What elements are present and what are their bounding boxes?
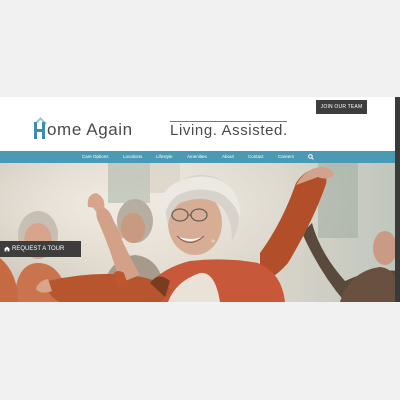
- building-icon: [4, 246, 10, 252]
- site-header: JOIN OUR TEAM ome Again Living. Assisted…: [0, 97, 400, 151]
- nav-item-careers[interactable]: Careers: [278, 151, 294, 163]
- nav-item-locations[interactable]: Locations: [123, 151, 142, 163]
- hero-image: REQUEST A TOUR: [0, 163, 400, 302]
- nav-item-contact[interactable]: Contact: [248, 151, 264, 163]
- nav-item-about[interactable]: About: [222, 151, 234, 163]
- logo[interactable]: ome Again: [34, 116, 133, 141]
- bottom-margin: [0, 302, 400, 400]
- search-icon[interactable]: [308, 154, 314, 160]
- scrollbar[interactable]: [395, 97, 400, 302]
- main-nav: Care Options Locations Lifestyle Ameniti…: [0, 151, 400, 163]
- nav-item-care-options[interactable]: Care Options: [82, 151, 109, 163]
- hero-photo-seniors-dancing: [0, 163, 400, 302]
- request-a-tour-button[interactable]: REQUEST A TOUR: [0, 241, 81, 257]
- website-viewport: JOIN OUR TEAM ome Again Living. Assisted…: [0, 97, 400, 302]
- nav-item-amenities[interactable]: Amenities: [187, 151, 207, 163]
- logo-text: ome Again: [47, 120, 133, 139]
- top-margin: [0, 0, 400, 97]
- nav-item-lifestyle[interactable]: Lifestyle: [156, 151, 173, 163]
- join-our-team-button[interactable]: JOIN OUR TEAM: [316, 100, 367, 114]
- tagline: Living. Assisted.: [170, 122, 288, 139]
- house-h-icon: [34, 116, 47, 139]
- request-a-tour-label: REQUEST A TOUR: [12, 246, 65, 252]
